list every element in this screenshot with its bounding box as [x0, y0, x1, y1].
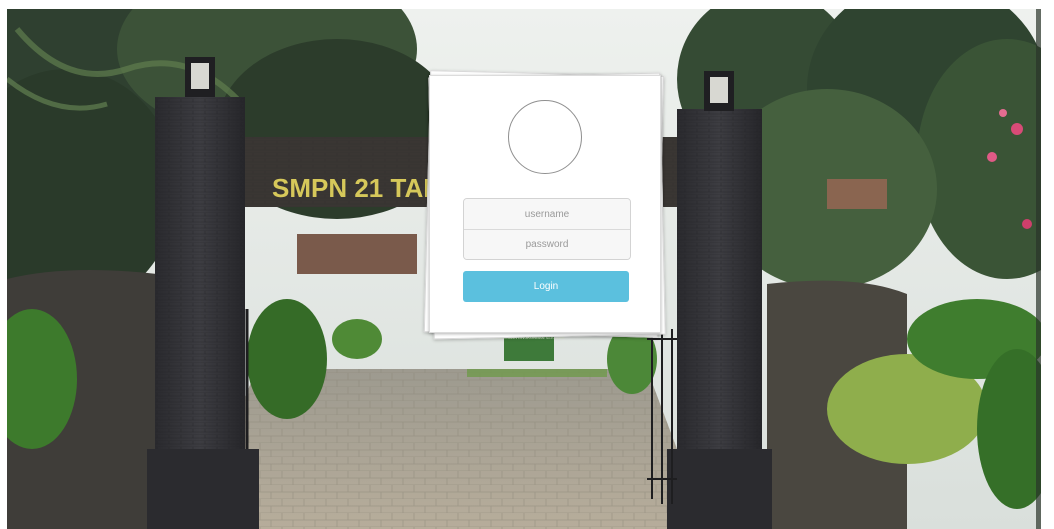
login-field-group — [463, 198, 631, 260]
password-input[interactable] — [464, 229, 630, 259]
username-input[interactable] — [464, 199, 630, 229]
login-card: Login — [429, 75, 661, 333]
background-photo: SMPN 21 TANJ PEMBINAAN LINGKUNGAN SEKOLA… — [7, 9, 1041, 529]
login-button[interactable]: Login — [463, 271, 629, 302]
avatar-placeholder — [508, 100, 582, 174]
